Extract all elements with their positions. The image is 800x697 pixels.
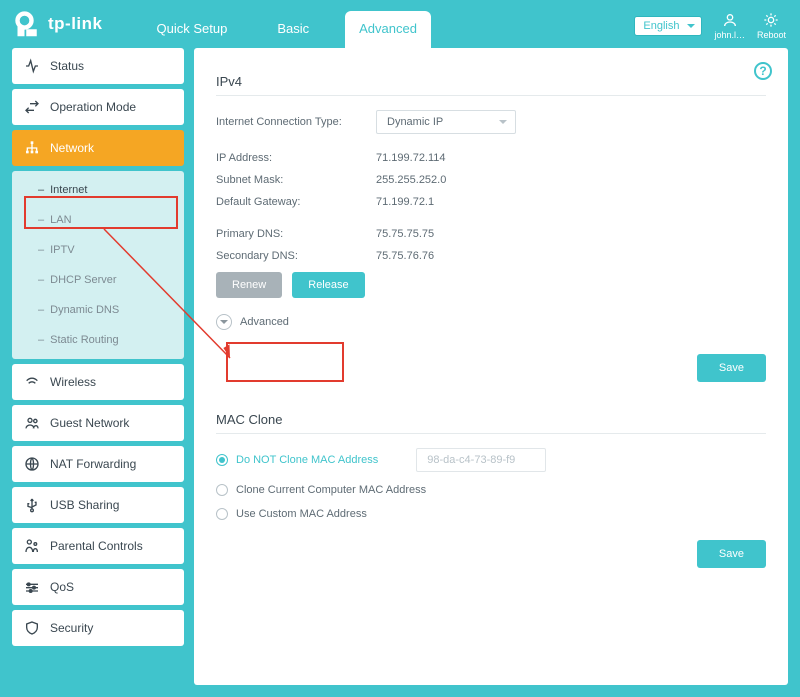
tab-quick-setup[interactable]: Quick Setup — [143, 11, 242, 48]
network-submenu: –Internet –LAN –IPTV –DHCP Server –Dynam… — [12, 171, 184, 359]
sidebar-item-usb-sharing[interactable]: USB Sharing — [12, 487, 184, 523]
sidebar-label: USB Sharing — [50, 498, 119, 512]
sub-item-lan[interactable]: –LAN — [12, 205, 184, 235]
sidebar-item-parental-controls[interactable]: Parental Controls — [12, 528, 184, 564]
operation-mode-icon — [24, 99, 40, 115]
renew-button[interactable]: Renew — [216, 272, 282, 298]
gw-value: 71.199.72.1 — [376, 196, 434, 208]
tab-advanced[interactable]: Advanced — [345, 11, 431, 48]
sub-item-iptv[interactable]: –IPTV — [12, 235, 184, 265]
sub-item-ddns[interactable]: –Dynamic DNS — [12, 295, 184, 325]
sub-item-internet[interactable]: –Internet — [12, 175, 184, 205]
radio-icon — [216, 508, 228, 520]
security-icon — [24, 620, 40, 636]
sidebar-label: QoS — [50, 580, 74, 594]
reboot-button[interactable]: Reboot — [757, 12, 786, 40]
language-select[interactable]: English — [634, 16, 702, 36]
header: tp-link Quick Setup Basic Advanced Engli… — [0, 0, 800, 48]
user-label: john.l… — [714, 30, 745, 40]
sidebar: Status Operation Mode Network –Internet … — [12, 48, 184, 685]
tplink-logo-icon — [14, 10, 42, 38]
radio-label: Do NOT Clone MAC Address — [236, 454, 378, 466]
main-panel: ? IPv4 Internet Connection Type: Dynamic… — [194, 48, 788, 685]
dns2-value: 75.75.76.76 — [376, 250, 434, 262]
mac-opt-custom[interactable]: Use Custom MAC Address — [216, 508, 766, 520]
release-button[interactable]: Release — [292, 272, 364, 298]
advanced-toggle-label: Advanced — [240, 316, 289, 328]
sub-item-dhcp[interactable]: –DHCP Server — [12, 265, 184, 295]
conn-type-label: Internet Connection Type: — [216, 116, 376, 128]
divider — [216, 433, 766, 434]
qos-icon — [24, 579, 40, 595]
mac-opt-no-clone[interactable]: Do NOT Clone MAC Address 98-da-c4-73-89-… — [216, 448, 766, 472]
mac-address-field: 98-da-c4-73-89-f9 — [416, 448, 546, 472]
ipv4-save-button[interactable]: Save — [697, 354, 766, 382]
sidebar-item-status[interactable]: Status — [12, 48, 184, 84]
user-icon — [722, 12, 738, 28]
sidebar-label: Network — [50, 141, 94, 155]
sidebar-item-security[interactable]: Security — [12, 610, 184, 646]
sidebar-item-operation-mode[interactable]: Operation Mode — [12, 89, 184, 125]
nat-icon — [24, 456, 40, 472]
guest-network-icon — [24, 415, 40, 431]
radio-label: Clone Current Computer MAC Address — [236, 484, 426, 496]
sidebar-label: NAT Forwarding — [50, 457, 136, 471]
parental-icon — [24, 538, 40, 554]
sidebar-label: Parental Controls — [50, 539, 143, 553]
dns1-value: 75.75.75.75 — [376, 228, 434, 240]
sidebar-item-wireless[interactable]: Wireless — [12, 364, 184, 400]
ip-value: 71.199.72.114 — [376, 152, 446, 164]
dns2-label: Secondary DNS: — [216, 250, 376, 262]
sidebar-item-qos[interactable]: QoS — [12, 569, 184, 605]
mac-clone-title: MAC Clone — [216, 412, 766, 427]
help-button[interactable]: ? — [754, 62, 772, 80]
reboot-label: Reboot — [757, 30, 786, 40]
dns1-label: Primary DNS: — [216, 228, 376, 240]
divider — [216, 95, 766, 96]
main-tabs: Quick Setup Basic Advanced — [143, 0, 431, 48]
conn-type-select[interactable]: Dynamic IP — [376, 110, 516, 134]
mask-value: 255.255.252.0 — [376, 174, 446, 186]
reboot-icon — [763, 12, 779, 28]
sidebar-label: Operation Mode — [50, 100, 136, 114]
radio-icon — [216, 454, 228, 466]
chevron-down-icon — [216, 314, 232, 330]
sidebar-label: Security — [50, 621, 93, 635]
sidebar-item-guest-network[interactable]: Guest Network — [12, 405, 184, 441]
mac-opt-clone-current[interactable]: Clone Current Computer MAC Address — [216, 484, 766, 496]
sidebar-label: Guest Network — [50, 416, 129, 430]
user-account[interactable]: john.l… — [714, 12, 745, 40]
usb-icon — [24, 497, 40, 513]
mac-save-button[interactable]: Save — [697, 540, 766, 568]
mask-label: Subnet Mask: — [216, 174, 376, 186]
sidebar-item-nat-forwarding[interactable]: NAT Forwarding — [12, 446, 184, 482]
brand-name: tp-link — [48, 14, 103, 34]
radio-icon — [216, 484, 228, 496]
sub-item-static-routing[interactable]: –Static Routing — [12, 325, 184, 355]
status-icon — [24, 58, 40, 74]
gw-label: Default Gateway: — [216, 196, 376, 208]
ipv4-title: IPv4 — [216, 74, 766, 89]
network-icon — [24, 140, 40, 156]
sidebar-item-network[interactable]: Network — [12, 130, 184, 166]
radio-label: Use Custom MAC Address — [236, 508, 367, 520]
sidebar-label: Wireless — [50, 375, 96, 389]
ip-label: IP Address: — [216, 152, 376, 164]
wireless-icon — [24, 374, 40, 390]
sidebar-label: Status — [50, 59, 84, 73]
tab-basic[interactable]: Basic — [263, 11, 323, 48]
brand-logo: tp-link — [14, 10, 103, 38]
advanced-toggle[interactable]: Advanced — [216, 314, 766, 330]
